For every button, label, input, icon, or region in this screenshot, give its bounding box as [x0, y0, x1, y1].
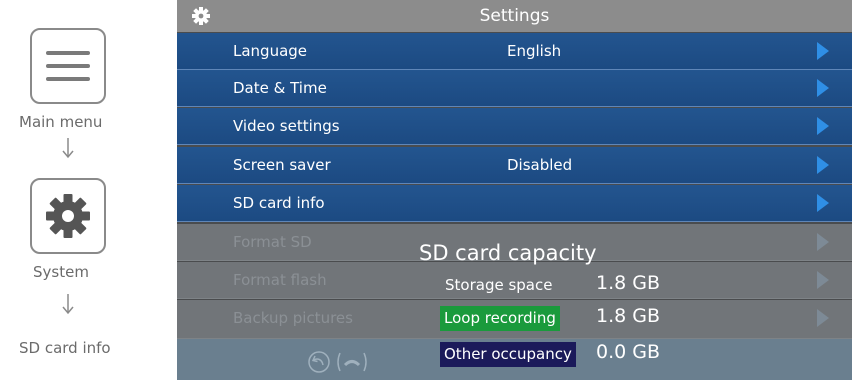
chevron-right-icon	[817, 194, 829, 212]
main-menu-tile	[30, 28, 106, 104]
sd-card-info-guide-label: SD card info	[19, 339, 111, 357]
menu-item-format-flash: Format flash	[177, 262, 852, 299]
chevron-right-icon	[817, 117, 829, 135]
menu-item-label: Screen saver	[233, 156, 331, 174]
down-arrow-icon	[62, 138, 74, 159]
menu-item-value: English	[507, 42, 562, 60]
menu-item-video-settings[interactable]: Video settings	[177, 108, 852, 145]
back-hangup-control-icon[interactable]	[307, 350, 397, 374]
down-arrow-icon	[62, 294, 74, 315]
menu-item-screen-saver[interactable]: Screen saver Disabled	[177, 147, 852, 184]
menu-item-label: Language	[233, 42, 308, 60]
menu-item-value: Disabled	[507, 156, 573, 174]
menu-item-label: Format flash	[233, 271, 327, 289]
menu-item-language[interactable]: Language English	[177, 33, 852, 70]
chevron-right-icon	[817, 309, 829, 327]
navigation-guide: Main menu System SD card info	[0, 0, 180, 380]
hamburger-menu-icon	[46, 51, 90, 81]
title-bar: Settings	[177, 0, 852, 32]
main-menu-label: Main menu	[19, 113, 103, 131]
chevron-right-icon	[817, 79, 829, 97]
bottom-control-bar	[177, 339, 852, 380]
gear-icon	[46, 194, 90, 238]
menu-item-label: Video settings	[233, 117, 340, 135]
chevron-right-icon	[817, 156, 829, 174]
system-label: System	[33, 263, 89, 281]
menu-item-date-time[interactable]: Date & Time	[177, 70, 852, 107]
device-screen: Settings Language English Date & Time Vi…	[177, 0, 852, 380]
menu-item-backup-pictures: Backup pictures	[177, 300, 852, 339]
page-title: Settings	[479, 6, 550, 26]
menu-item-format-sd: Format SD	[177, 224, 852, 261]
chevron-right-icon	[817, 42, 829, 60]
chevron-right-icon	[817, 233, 829, 251]
menu-item-sd-card-info[interactable]: SD card info	[177, 185, 852, 222]
menu-item-label: Format SD	[233, 233, 312, 251]
menu-item-label: Date & Time	[233, 79, 327, 97]
chevron-right-icon	[817, 271, 829, 289]
menu-item-label: Backup pictures	[233, 309, 353, 327]
menu-item-label: SD card info	[233, 194, 325, 212]
system-tile	[30, 178, 106, 254]
